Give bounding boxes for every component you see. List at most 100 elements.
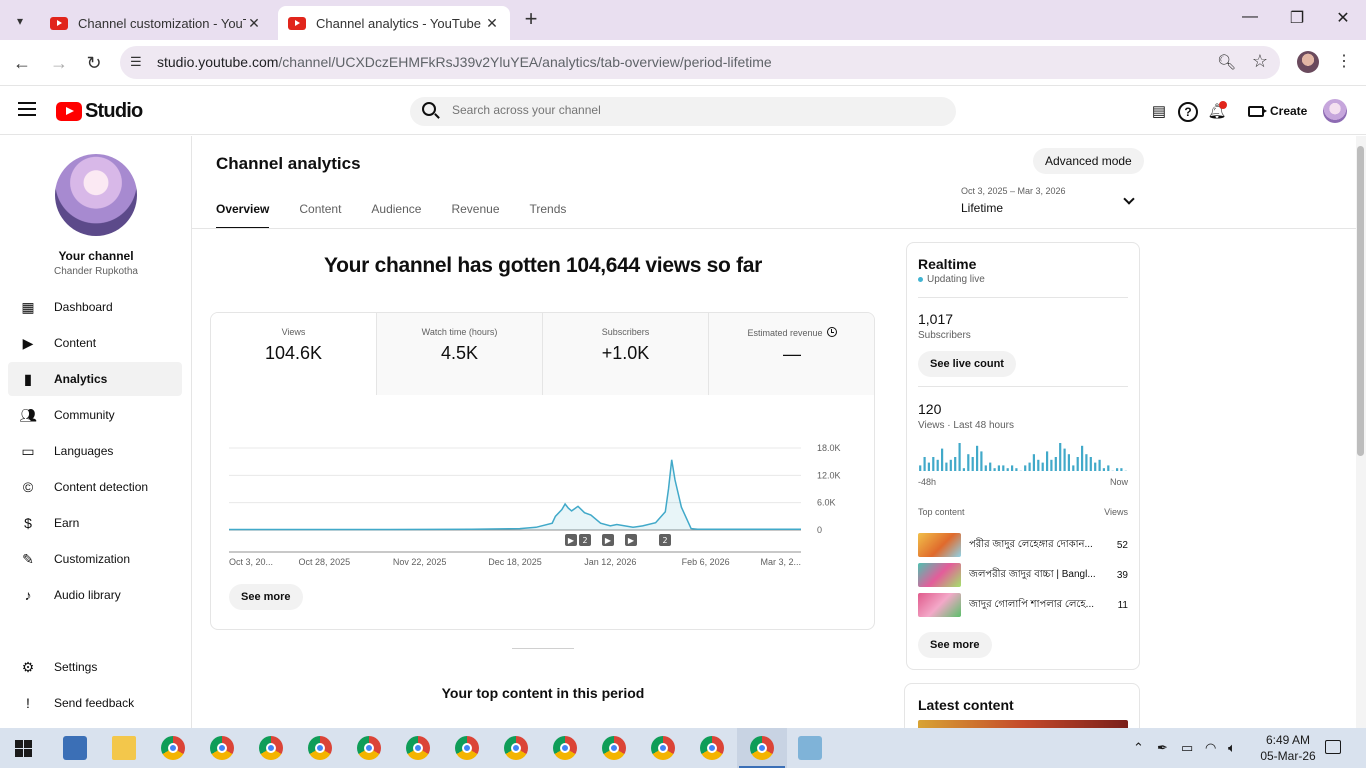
chrome-profile-icon[interactable] [455,736,479,760]
realtime-bar [927,462,930,471]
calculator-icon[interactable] [63,736,87,760]
sidebar-item-settings[interactable]: ⚙ Settings [8,650,182,684]
sidebar-item-earn[interactable]: $ Earn [8,506,182,540]
volume-icon[interactable]: 🔈︎ [1228,740,1236,756]
latest-content-title: Latest content [918,697,1014,713]
chrome-profile-icon[interactable] [210,736,234,760]
close-tab-icon[interactable]: ✕ [246,15,262,32]
video-publish-marker[interactable]: 2 [579,534,591,546]
maximize-window-button[interactable]: ❐ [1285,8,1309,28]
sidebar-item-send-feedback[interactable]: ! Send feedback [8,686,182,720]
tab-search-chevron-icon[interactable]: ▾ [8,9,32,33]
back-arrow-icon[interactable]: ← [10,51,34,75]
search-input[interactable] [452,103,932,117]
metric-label: Views [281,327,306,337]
chrome-profile-icon[interactable] [553,736,577,760]
tab-content[interactable]: Content [299,202,341,229]
studio-logo[interactable]: Studio [56,100,143,123]
address-bar[interactable]: ☰ studio.youtube.com/channel/UCXDczEHMFk… [120,46,1280,79]
account-avatar[interactable] [1323,99,1347,123]
browser-tab-strip: ▾ Channel customization - YouTube Studio… [0,0,1366,40]
chrome-profile-icon[interactable] [357,736,381,760]
video-views: 39 [1116,569,1128,581]
date-range-picker[interactable]: Oct 3, 2025 – Mar 3, 2026 Lifetime [961,186,1135,215]
sidebar-item-dashboard[interactable]: ▦ Dashboard [8,290,182,324]
chrome-profile-icon[interactable] [504,736,528,760]
sidebar-item-analytics[interactable]: ▮ Analytics [8,362,182,396]
hamburger-menu-icon[interactable] [18,102,36,116]
top-content-row[interactable]: জাদুর গোলাপি শাপলার লেহে... 11 [918,592,1128,618]
sidebar-item-languages[interactable]: ▭ Languages [8,434,182,468]
sidebar-item-content-detection[interactable]: © Content detection [8,470,182,504]
battery-icon[interactable]: ▭ [1181,740,1193,756]
realtime-bar [993,468,996,471]
video-publish-marker[interactable]: ▶ [625,534,637,546]
search-bar[interactable] [410,97,956,126]
video-marker-label: ▶ [605,536,612,545]
windows-start-icon[interactable] [15,740,32,757]
sidebar-item-label: Community [54,408,115,422]
notepad-icon[interactable] [798,736,822,760]
browser-menu-icon[interactable]: ⋮ [1336,51,1352,71]
bookmark-star-icon[interactable]: ☆ [1252,51,1268,72]
tab-overview[interactable]: Overview [216,202,270,229]
scrollbar-thumb[interactable] [1357,146,1364,456]
chrome-profile-icon[interactable] [651,736,675,760]
top-content-row[interactable]: পরীর জাদুর লেহেঙ্গার দোকান... 52 [918,532,1128,558]
site-info-icon[interactable]: ☰ [130,54,146,70]
tab-revenue[interactable]: Revenue [451,202,499,229]
page-scrollbar[interactable] [1356,136,1366,728]
zoom-icon[interactable]: 🔍︎ [1217,53,1236,71]
top-content-row[interactable]: জলপরীর জাদুর বাচ্চা | Bangl... 39 [918,562,1128,588]
tray-overflow-chevron-icon[interactable]: ⌃ [1133,740,1144,756]
see-live-count-button[interactable]: See live count [918,351,1016,377]
browser-profile-avatar[interactable] [1297,51,1319,73]
create-button[interactable]: Create [1238,97,1317,125]
views-line-chart[interactable]: 18.0K 12.0K 6.0K 0 Oct 3, 20... Oct 28, 2025 N… [211,413,875,573]
close-tab-icon[interactable]: ✕ [484,15,500,32]
chrome-icon[interactable] [161,736,185,760]
wifi-icon[interactable]: ◠ [1205,740,1216,756]
chrome-profile-icon[interactable] [602,736,626,760]
chrome-profile-icon[interactable] [406,736,430,760]
chrome-profile-icon[interactable] [259,736,283,760]
chrome-active-icon[interactable] [750,736,774,760]
realtime-see-more-button[interactable]: See more [918,632,992,658]
close-window-button[interactable]: ✕ [1331,8,1355,28]
channel-avatar[interactable] [55,154,137,236]
pen-icon[interactable]: ✒ [1157,740,1168,756]
sidebar-item-customization[interactable]: ✎ Customization [8,542,182,576]
realtime-bar [945,462,948,471]
action-center-icon[interactable] [1325,740,1341,754]
tab-audience[interactable]: Audience [371,202,421,229]
sidebar-item-content[interactable]: ▶ Content [8,326,182,360]
feedback-icon[interactable]: ▤ [1149,102,1169,122]
realtime-views-bar-chart[interactable] [918,439,1128,471]
new-tab-button[interactable]: + [520,8,542,30]
tab-trends[interactable]: Trends [530,202,567,229]
chrome-profile-icon[interactable] [700,736,724,760]
url-text[interactable]: studio.youtube.com/channel/UCXDczEHMFkRs… [157,54,772,70]
video-publish-marker[interactable]: 2 [659,534,671,546]
chrome-profile-icon[interactable] [308,736,332,760]
sidebar-item-audio-library[interactable]: ♪ Audio library [8,578,182,612]
help-icon[interactable]: ? [1178,102,1198,122]
browser-tab-channel-customization[interactable]: Channel customization - YouTube Studio ✕ [40,6,272,40]
latest-content-card: Latest content [904,683,1140,728]
see-more-button[interactable]: See more [229,584,303,610]
taskbar-clock[interactable]: 6:49 AM 05-Mar-26 [1256,732,1320,764]
video-publish-marker[interactable]: ▶ [602,534,614,546]
metric-views[interactable]: Views 104.6K [211,313,377,395]
advanced-mode-button[interactable]: Advanced mode [1033,148,1144,174]
metric-watch-time[interactable]: Watch time (hours) 4.5K [377,313,543,395]
browser-tab-channel-analytics[interactable]: Channel analytics - YouTube Studio ✕ [278,6,510,40]
metric-estimated-revenue[interactable]: Estimated revenue — [709,313,874,395]
sidebar-item-community[interactable]: 👥︎ Community [8,398,182,432]
file-explorer-icon[interactable] [112,736,136,760]
video-publish-marker[interactable]: ▶ [565,534,577,546]
reload-icon[interactable]: ↻ [82,51,106,75]
metric-subscribers[interactable]: Subscribers +1.0K [543,313,709,395]
forward-arrow-icon[interactable]: → [47,51,71,75]
minimize-window-button[interactable]: — [1238,8,1262,26]
latest-video-thumbnail[interactable] [918,720,1128,728]
